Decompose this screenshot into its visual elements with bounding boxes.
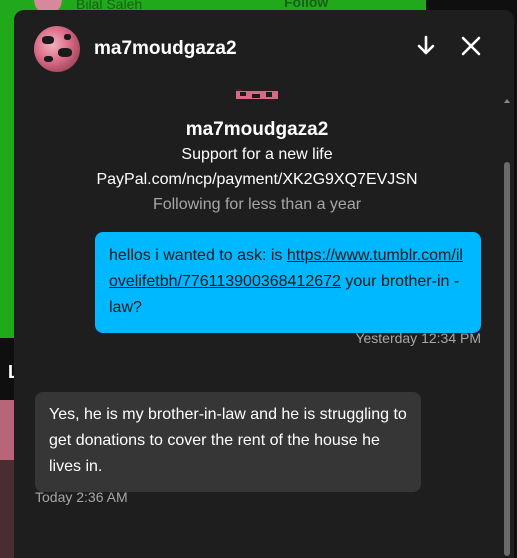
following-status: Following for less than a year bbox=[152, 196, 362, 213]
profile-description: Support for a new life bbox=[181, 146, 333, 163]
scroll-up-icon[interactable] bbox=[503, 92, 511, 103]
scrollbar[interactable] bbox=[503, 92, 511, 558]
incoming-message-bubble: Yes, he is my brother-in-law and he is s… bbox=[35, 392, 421, 492]
message-text: Yes, he is my brother-in-law and he is s… bbox=[49, 406, 407, 475]
arrow-down-icon bbox=[415, 35, 437, 62]
profile-name[interactable]: ma7moudgaza2 bbox=[14, 118, 500, 142]
close-button[interactable] bbox=[455, 32, 487, 64]
profile-avatar[interactable] bbox=[236, 88, 278, 100]
chat-title[interactable]: ma7moudgaza2 bbox=[94, 38, 237, 60]
close-icon bbox=[460, 35, 482, 62]
chat-window: ma7moudgaza2 ma7moudgaza2 Support for a … bbox=[14, 10, 514, 558]
minimize-button[interactable] bbox=[410, 32, 442, 64]
background-follow-button[interactable]: Follow bbox=[284, 0, 328, 10]
scrollbar-thumb[interactable] bbox=[504, 162, 510, 556]
message-timestamp: Yesterday 12:34 PM bbox=[355, 330, 481, 346]
profile-link: PayPal.com/ncp/payment/XK2G9XQ7EVJSN bbox=[96, 171, 418, 188]
message-timestamp: Today 2:36 AM bbox=[35, 489, 128, 505]
profile-card: ma7moudgaza2 Support for a new life PayP… bbox=[14, 88, 500, 217]
outgoing-message-bubble: hellos i wanted to ask: is https://www.t… bbox=[95, 232, 481, 333]
chat-header: ma7moudgaza2 bbox=[14, 10, 514, 86]
message-text: hellos i wanted to ask: is bbox=[109, 247, 287, 264]
avatar[interactable] bbox=[34, 26, 80, 72]
